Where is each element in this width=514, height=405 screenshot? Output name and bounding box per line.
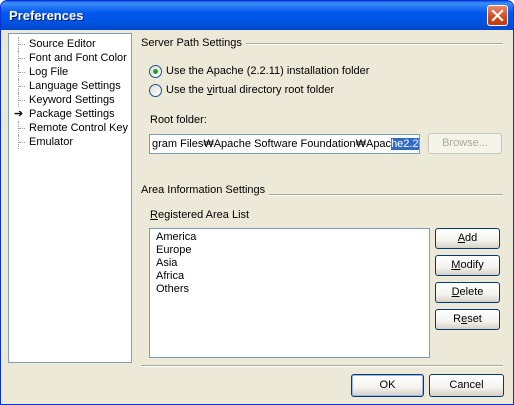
button-text: odify xyxy=(460,259,484,271)
tree-connector xyxy=(13,121,25,135)
tree-item-label: Language Settings xyxy=(29,80,121,92)
registered-area-list[interactable]: America Europe Asia Africa Others xyxy=(149,228,430,358)
close-button[interactable] xyxy=(487,5,508,26)
tree-item-label: Log File xyxy=(29,66,69,78)
reset-button[interactable]: Reset xyxy=(435,309,500,330)
cancel-button[interactable]: Cancel xyxy=(429,374,504,397)
preferences-dialog: Preferences Source Editor Font and Font … xyxy=(0,0,514,405)
label-text: egistered Area List xyxy=(157,209,250,221)
window-title: Preferences xyxy=(9,8,84,23)
tree-item-label: Remote Control Key xyxy=(29,122,129,134)
virtual-directory-radio-label[interactable]: Use the virtual directory root folder xyxy=(166,84,334,96)
tree-connector xyxy=(13,135,25,149)
close-icon xyxy=(491,9,504,22)
modify-button[interactable]: Modify xyxy=(435,255,500,276)
button-text: elete xyxy=(459,286,484,298)
root-folder-field[interactable]: gram Files₩Apache Software Foundation₩Ap… xyxy=(149,134,420,154)
tree-connector xyxy=(13,79,25,93)
tree-item-label: Emulator xyxy=(29,136,74,148)
category-tree[interactable]: Source Editor Font and Font Color Log Fi… xyxy=(8,33,132,363)
tree-connector xyxy=(13,93,25,107)
list-item-europe[interactable]: Europe xyxy=(156,244,191,257)
list-item-others[interactable]: Others xyxy=(156,283,189,296)
list-item-asia[interactable]: Asia xyxy=(156,257,177,270)
root-folder-text: gram Files₩Apache Software Foundation₩Ap… xyxy=(152,138,392,150)
add-button[interactable]: Add xyxy=(435,228,500,249)
title-bar[interactable]: Preferences xyxy=(1,1,513,30)
button-text: set xyxy=(467,313,482,325)
root-folder-label: Root folder: xyxy=(150,114,207,126)
mnemonic-letter: D xyxy=(451,286,460,298)
list-item-america[interactable]: America xyxy=(156,231,196,244)
apache-folder-radio-label[interactable]: Use the Apache (2.2.11) installation fol… xyxy=(166,65,369,77)
button-text: R xyxy=(453,313,462,325)
virtual-directory-radio[interactable] xyxy=(149,84,162,97)
label-text: irtual directory root folder xyxy=(212,84,335,96)
tree-item-label: Source Editor xyxy=(29,38,96,50)
tree-connector xyxy=(13,37,25,51)
registered-area-list-label: Registered Area List xyxy=(150,209,249,221)
server-path-group-title: Server Path Settings xyxy=(141,37,246,49)
delete-button[interactable]: Delete xyxy=(435,282,500,303)
mnemonic-letter: A xyxy=(457,232,466,244)
button-text: dd xyxy=(465,232,478,244)
apache-folder-radio[interactable] xyxy=(149,65,162,78)
root-folder-selected-text: he2.2₩htdocs xyxy=(391,138,419,150)
label-text: Use the xyxy=(166,84,207,96)
selected-arrow-icon: ➔ xyxy=(14,108,24,120)
tree-connector xyxy=(13,51,25,65)
tree-item-label: Keyword Settings xyxy=(29,94,115,106)
area-info-group-title: Area Information Settings xyxy=(141,184,270,196)
tree-connector xyxy=(13,65,25,79)
footer-separator xyxy=(141,365,503,367)
tree-item-label: Font and Font Color xyxy=(29,52,127,64)
mnemonic-letter: R xyxy=(150,209,158,221)
browse-button[interactable]: Browse... xyxy=(428,133,502,154)
ok-button[interactable]: OK xyxy=(351,374,424,397)
tree-item-label: Package Settings xyxy=(29,108,115,120)
list-item-africa[interactable]: Africa xyxy=(156,270,184,283)
